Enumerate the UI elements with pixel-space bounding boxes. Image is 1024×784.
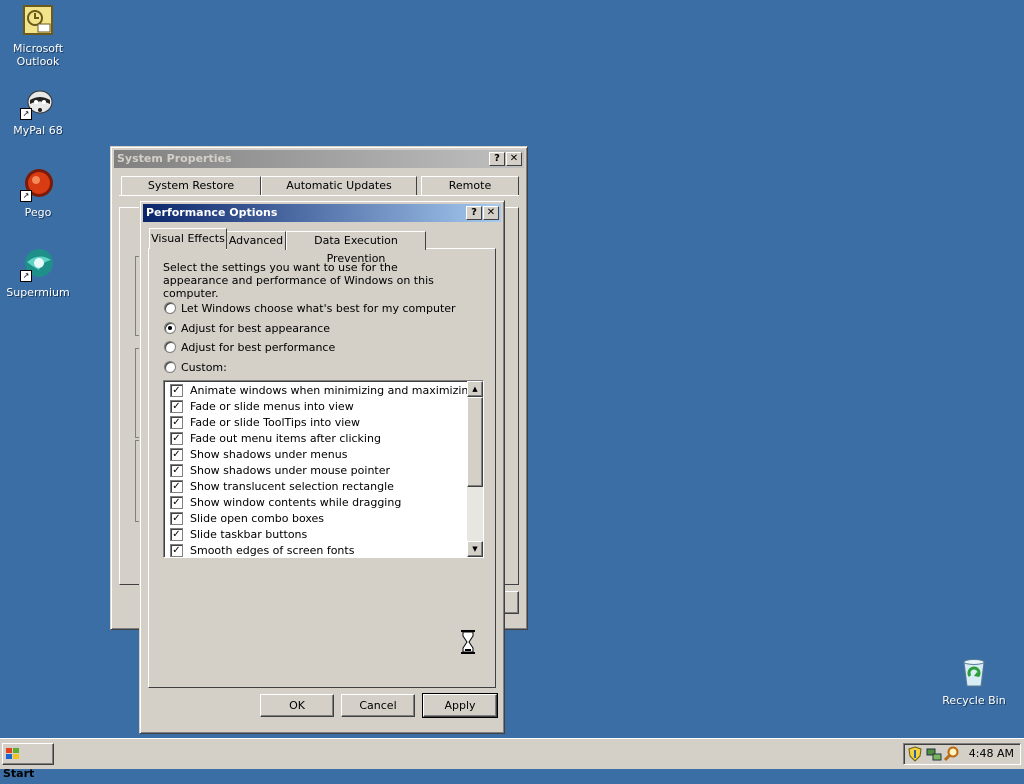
close-button[interactable]: ✕ — [483, 206, 499, 220]
windows-logo-icon — [6, 747, 20, 759]
help-button[interactable]: ? — [466, 206, 482, 220]
desktop-icon-label: Microsoft Outlook — [12, 42, 64, 68]
tab-system-restore[interactable]: System Restore — [121, 176, 261, 195]
desktop-icon-outlook[interactable]: Microsoft Outlook — [0, 4, 76, 68]
recycle-bin-icon — [958, 656, 990, 688]
shortcut-arrow-icon: ↗ — [20, 270, 32, 282]
search-icon[interactable] — [943, 746, 960, 765]
tab-data-execution-prevention[interactable]: Data Execution Prevention — [286, 231, 426, 265]
visual-effects-panel — [148, 248, 496, 688]
shortcut-arrow-icon: ↗ — [20, 190, 32, 202]
desktop-icon-pego[interactable]: ↗ Pego — [0, 168, 76, 219]
cancel-button[interactable]: Cancel — [341, 694, 415, 717]
desktop-icon-label: Recycle Bin — [942, 694, 1006, 707]
system-properties-apply-edge[interactable] — [503, 591, 519, 614]
outlook-icon — [22, 4, 54, 36]
desktop-icon-supermium[interactable]: ↗ Supermium — [0, 248, 76, 299]
pego-icon: ↗ — [20, 168, 54, 202]
help-button[interactable]: ? — [489, 152, 505, 166]
ok-button[interactable]: OK — [260, 694, 334, 717]
desktop-icon-label: Supermium — [6, 286, 70, 299]
raccoon-icon: ↗ — [20, 86, 54, 120]
tab-visual-effects[interactable]: Visual Effects — [149, 228, 227, 249]
window-title: System Properties — [117, 152, 232, 165]
tab-automatic-updates[interactable]: Automatic Updates — [261, 176, 417, 195]
system-properties-titlebar[interactable]: System Properties ? ✕ — [114, 150, 524, 168]
apply-button[interactable]: Apply — [422, 693, 498, 718]
start-button[interactable]: Start — [2, 743, 54, 780]
tab-remote[interactable]: Remote — [421, 176, 519, 195]
clock[interactable]: 4:48 AM — [969, 744, 1014, 764]
desktop-icon-mypal[interactable]: ↗ MyPal 68 — [0, 86, 76, 137]
performance-options-titlebar[interactable]: Performance Options ? ✕ — [143, 204, 501, 222]
window-title: Performance Options — [146, 206, 278, 219]
desktop-icon-label: Pego — [24, 206, 52, 219]
taskbar: Start 4:48 AM — [0, 738, 1024, 780]
desktop-icon-label: MyPal 68 — [13, 124, 63, 137]
start-label: Start — [3, 767, 35, 780]
close-button[interactable]: ✕ — [506, 152, 522, 166]
network-icon[interactable] — [926, 746, 942, 765]
supermium-icon: ↗ — [20, 248, 54, 282]
shortcut-arrow-icon: ↗ — [20, 108, 32, 120]
security-shield-icon[interactable] — [908, 746, 922, 765]
desktop-icon-recycle-bin[interactable]: Recycle Bin — [936, 656, 1012, 707]
system-tray: 4:48 AM — [903, 743, 1021, 765]
tab-advanced[interactable]: Advanced — [226, 231, 286, 250]
